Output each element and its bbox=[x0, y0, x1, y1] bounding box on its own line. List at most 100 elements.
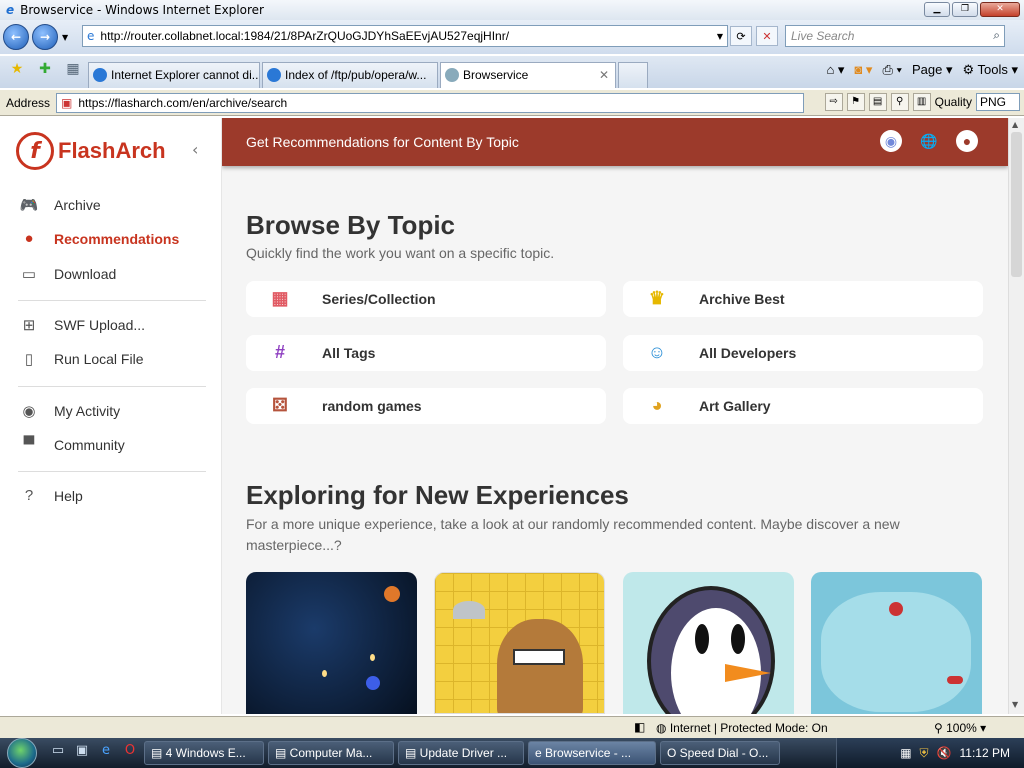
person-icon: ◉ bbox=[22, 403, 36, 420]
sidebar-item-label: Community bbox=[54, 437, 125, 453]
zoom-level: 100% bbox=[946, 721, 977, 735]
topic-art-gallery[interactable]: ◕ Art Gallery bbox=[623, 388, 983, 424]
sidebar-item-download[interactable]: ▭ Download bbox=[18, 265, 116, 283]
security-zone[interactable]: ◍ Internet | Protected Mode: On bbox=[656, 721, 828, 735]
topic-archive-best[interactable]: ♛ Archive Best bbox=[623, 281, 983, 317]
security-shield-icon[interactable]: ⛨ bbox=[920, 746, 929, 761]
sidebar-item-help[interactable]: ? Help bbox=[18, 487, 83, 505]
ie-address-bar[interactable]: e http://router.collabnet.local:1984/21/… bbox=[82, 25, 728, 47]
clock[interactable]: 11:12 PM bbox=[960, 746, 1010, 760]
quality-label: Quality bbox=[934, 95, 972, 109]
sidebar-item-label: Recommendations bbox=[54, 231, 180, 247]
topic-all-developers[interactable]: ☺ All Developers bbox=[623, 335, 983, 371]
collapse-sidebar-icon[interactable]: ‹ bbox=[192, 140, 198, 159]
network-icon[interactable]: ▦ bbox=[900, 746, 911, 760]
favorites-star-icon[interactable]: ★ bbox=[6, 61, 28, 83]
opera-quicklaunch-icon[interactable]: O bbox=[120, 743, 140, 763]
taskbar-item-update-driver[interactable]: ▤ Update Driver ... bbox=[398, 741, 524, 765]
account-icon[interactable]: ● bbox=[956, 130, 978, 152]
quality-select[interactable]: PNG bbox=[976, 93, 1020, 111]
show-desktop-icon[interactable]: ▭ bbox=[48, 743, 68, 763]
taskbar-item-computer-management[interactable]: ▤ Computer Ma... bbox=[268, 741, 394, 765]
sidebar-item-swf-upload[interactable]: ⊞ SWF Upload... bbox=[18, 316, 145, 334]
print-icon[interactable]: ⎙ ▾ bbox=[882, 62, 901, 78]
history-dropdown-icon[interactable]: ▼ bbox=[62, 33, 68, 42]
taskbar-item-label: Speed Dial - O... bbox=[679, 746, 769, 760]
tab-ftp-index[interactable]: Index of /ftp/pub/opera/w... bbox=[262, 62, 438, 88]
close-button[interactable]: ✕ bbox=[980, 2, 1020, 17]
window-titlebar: e Browservice - Windows Internet Explore… bbox=[0, 0, 1024, 20]
live-search-input[interactable]: Live Search ⌕ bbox=[785, 25, 1005, 47]
go-arrow-icon[interactable]: ⇨ bbox=[824, 93, 843, 111]
tools-menu[interactable]: ⚙ Tools ▾ bbox=[962, 62, 1018, 78]
restore-button[interactable]: ❐ bbox=[952, 2, 978, 17]
screenshot-icon[interactable]: ▤ bbox=[868, 93, 887, 111]
new-tab-button[interactable] bbox=[618, 62, 648, 88]
system-tray: ▦ ⛨ 🔇 11:12 PM bbox=[836, 738, 1024, 768]
scroll-down-icon[interactable]: ▼ bbox=[1012, 700, 1018, 709]
sidebar-item-community[interactable]: ▀ Community bbox=[18, 436, 125, 454]
forum-icon: ▀ bbox=[23, 436, 35, 453]
sidebar-item-archive[interactable]: 🎮 Archive bbox=[18, 196, 101, 214]
address-dropdown-icon[interactable]: ▼ bbox=[717, 32, 723, 41]
start-button[interactable] bbox=[0, 738, 44, 768]
sidebar-item-label: SWF Upload... bbox=[54, 317, 146, 333]
tab-label: Browservice bbox=[463, 68, 529, 82]
protected-mode-icon: ◧ bbox=[634, 720, 646, 734]
brand-name: FlashArch bbox=[58, 138, 166, 163]
clipboard-icon[interactable]: ▥ bbox=[912, 93, 931, 111]
scroll-up-icon[interactable]: ▲ bbox=[1012, 120, 1018, 129]
tab-close-icon[interactable]: ✕ bbox=[599, 68, 609, 88]
globe-icon[interactable]: 🌐 bbox=[918, 130, 940, 152]
zoom-control[interactable]: ⚲ 100% ▾ bbox=[934, 721, 986, 735]
sidebar-item-label: Archive bbox=[54, 197, 101, 213]
switch-windows-icon[interactable]: ▣ bbox=[72, 743, 92, 763]
flasharch-logo[interactable]: f FlashArch bbox=[16, 132, 166, 170]
topic-label: All Tags bbox=[322, 345, 376, 361]
sidebar-item-my-activity[interactable]: ◉ My Activity bbox=[18, 402, 120, 420]
forward-button[interactable]: → bbox=[32, 24, 58, 50]
topic-label: Series/Collection bbox=[322, 291, 436, 307]
quick-tabs-icon[interactable]: ▦ bbox=[62, 61, 84, 83]
stop-icon[interactable]: ✕ bbox=[756, 26, 778, 46]
page-scrollbar[interactable]: ▲ ▼ bbox=[1008, 118, 1024, 714]
home-icon[interactable]: ⌂ ▾ bbox=[826, 62, 844, 78]
scroll-thumb[interactable] bbox=[1011, 132, 1022, 277]
taskbar-item-browservice[interactable]: e Browservice - ... bbox=[528, 741, 656, 765]
topic-random-games[interactable]: ⚄ random games bbox=[246, 388, 606, 424]
taskbar-item-speed-dial[interactable]: O Speed Dial - O... bbox=[660, 741, 780, 765]
find-icon[interactable]: ⚲ bbox=[890, 93, 909, 111]
volume-muted-icon[interactable]: 🔇 bbox=[937, 746, 952, 760]
discord-icon[interactable]: ◉ bbox=[880, 130, 902, 152]
taskbar-item-label: Browservice - ... bbox=[545, 746, 632, 760]
browservice-toolbar: Address ▣ https://flasharch.com/en/archi… bbox=[0, 90, 1024, 116]
recommended-game-thumbnail[interactable] bbox=[623, 572, 794, 714]
feeds-icon[interactable]: ◙ ▾ bbox=[854, 62, 872, 78]
ie-quicklaunch-icon[interactable]: e bbox=[96, 743, 116, 763]
topic-series-collection[interactable]: ▦ Series/Collection bbox=[246, 281, 606, 317]
page-menu[interactable]: Page ▾ bbox=[912, 62, 953, 78]
tab-ie-cannot-display[interactable]: Internet Explorer cannot di... bbox=[88, 62, 260, 88]
add-favorite-icon[interactable]: ✚ bbox=[34, 61, 56, 83]
recommended-game-thumbnail[interactable] bbox=[246, 572, 417, 714]
recommended-game-thumbnail[interactable] bbox=[434, 572, 605, 714]
ie-url: http://router.collabnet.local:1984/21/8P… bbox=[100, 29, 510, 43]
search-icon[interactable]: ⌕ bbox=[993, 28, 1000, 43]
taskbar-item-windows-explorer[interactable]: ▤ 4 Windows E... bbox=[144, 741, 264, 765]
header-title: Get Recommendations for Content By Topic bbox=[246, 134, 519, 150]
back-button[interactable]: ← bbox=[3, 24, 29, 50]
tab-browservice[interactable]: Browservice ✕ bbox=[440, 62, 616, 88]
sidebar-item-label: Run Local File bbox=[54, 351, 144, 367]
browservice-address-field[interactable]: ▣ https://flasharch.com/en/archive/searc… bbox=[56, 92, 805, 113]
minimize-button[interactable]: ▁ bbox=[924, 2, 950, 17]
windows-orb-icon bbox=[7, 738, 37, 768]
sidebar-item-run-local-file[interactable]: ▯ Run Local File bbox=[18, 350, 144, 368]
recommended-game-thumbnail[interactable] bbox=[811, 572, 982, 714]
help-icon: ? bbox=[24, 487, 34, 504]
sidebar: f FlashArch ‹ 🎮 Archive ● Recommendation… bbox=[0, 118, 222, 714]
refresh-icon[interactable]: ⟳ bbox=[730, 26, 752, 46]
bookmark-icon[interactable]: ⚑ bbox=[846, 93, 865, 111]
topic-label: All Developers bbox=[699, 345, 797, 361]
sidebar-item-recommendations[interactable]: ● Recommendations bbox=[18, 230, 179, 248]
topic-all-tags[interactable]: # All Tags bbox=[246, 335, 606, 371]
